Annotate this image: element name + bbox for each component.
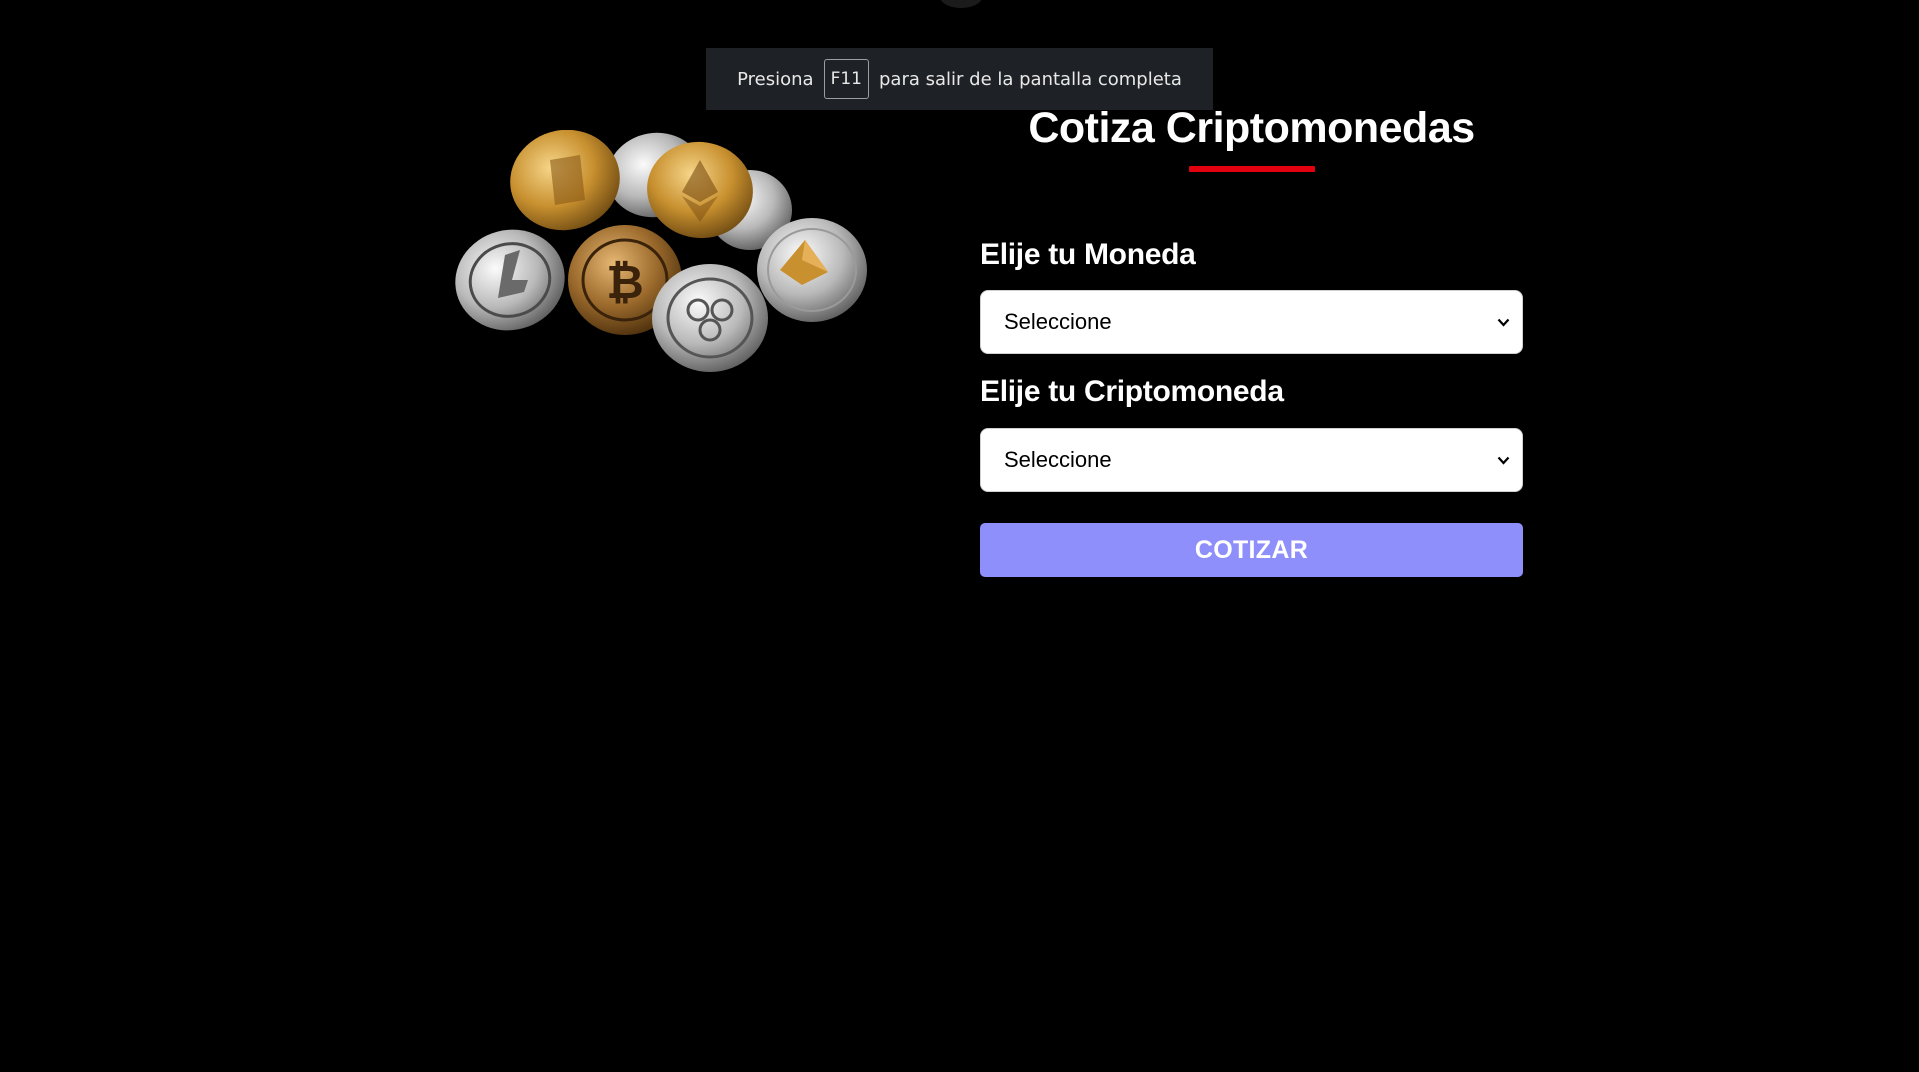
moneda-select[interactable]: Seleccione [980, 290, 1523, 354]
title-underline [1188, 166, 1315, 172]
crypto-coins-image: ₿ [455, 130, 867, 372]
cripto-select[interactable]: Seleccione [980, 428, 1523, 492]
moneda-select-value: Seleccione [1004, 309, 1112, 334]
fullscreen-notice-prefix: Presiona [737, 68, 814, 90]
f11-key: F11 [823, 59, 869, 99]
page-title: Cotiza Criptomonedas [1028, 104, 1475, 152]
quote-form: Cotiza Criptomonedas Elije tu Moneda Sel… [980, 100, 1523, 577]
fullscreen-exit-handle[interactable] [940, 0, 982, 8]
cripto-select-value: Seleccione [1004, 447, 1112, 472]
cotizar-button[interactable]: COTIZAR [980, 523, 1523, 577]
fullscreen-notice-suffix: para salir de la pantalla completa [879, 68, 1182, 90]
moneda-label: Elije tu Moneda [980, 238, 1196, 271]
page: Presiona F11 para salir de la pantalla c… [0, 0, 1919, 1072]
svg-text:₿: ₿ [606, 255, 644, 309]
chevron-down-icon [1496, 453, 1510, 467]
chevron-down-icon [1496, 315, 1510, 329]
cripto-label: Elije tu Criptomoneda [980, 375, 1284, 408]
